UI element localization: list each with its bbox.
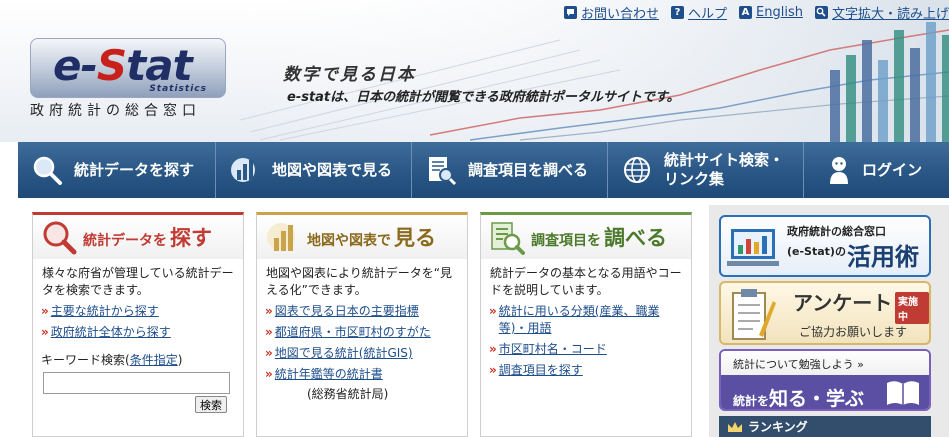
globe-icon [620,153,654,187]
link-prefecture-profile[interactable]: » 都道府県・市区町村のすがた [257,322,467,343]
search-icon [43,221,77,255]
help-icon: ? [671,5,685,19]
logo-subtitle: 政府統計の総合窓口 [30,103,201,119]
panel-survey-title: 調査項目を 調べる [531,226,667,250]
panel-survey-description: 統計データの基本となる用語やコードを説明しています。 [490,266,682,297]
logo-wordmark: e-Stat [53,41,193,90]
panel-search-description: 様々な府省が管理している統計データを検索できます。 [42,266,234,297]
link-municipality-codes[interactable]: » 市区町村名・コード [481,339,691,360]
tagline-title: 数字で見る日本 [283,65,416,85]
panel-search-title: 統計データを 探す [83,226,212,250]
link-gis[interactable]: » 地図で見る統計(統計GIS) [257,343,467,364]
book-icon [887,381,919,405]
panel-search-header: 統計データを 探す [33,215,243,259]
banner1-line2: (e-Stat)の [787,245,846,258]
link-find-survey-items[interactable]: » 調査項目を探す [481,360,691,381]
search-button[interactable]: 検索 [195,396,227,413]
link-major-stats[interactable]: » 主要な統計から探す [33,301,243,322]
banner1-big: 活用術 [847,243,919,271]
document-search-icon [491,222,525,255]
logo-statistics-text: Statistics [149,84,207,94]
banner-usage-tips[interactable]: 政府統計の総合窓口 (e-Stat)の 活用術 [719,215,931,277]
panel-search-data: 統計データを 探す 様々な府省が管理している統計データを検索できます。 » 主要な統… [32,212,244,437]
crown-icon [728,421,742,432]
clipboard-pencil-icon [732,289,776,340]
link-yearbook[interactable]: » 統計年鑑等の統計書 [257,364,467,385]
panel-view-title: 地図や図表で 見る [307,226,436,250]
document-search-icon [424,153,458,187]
main-nav: 統計データを探す 地図や図表で見る 調査項目を調べる 統計サイト検索・ リンク集 … [18,142,949,198]
english-icon: A [739,5,753,19]
banner-learn-stats[interactable]: 統計について勉強しよう » 統計を知る・学ぶ [719,349,931,411]
panel-view-header: 地図や図表で 見る [257,215,467,259]
yearbook-note: (総務省統計局) [307,387,389,401]
banner3-text: 統計を知る・学ぶ [733,388,865,410]
chart-icon [228,153,262,187]
magnifier-icon [814,5,828,19]
nav-login[interactable]: ログイン [804,142,949,198]
banner3-top: 統計について勉強しよう » [721,351,929,375]
banner2-title: アンケート [793,291,893,315]
banner2-sub: ご協力お願いします [799,325,908,339]
nav-search-data[interactable]: 統計データを探す [18,142,216,198]
link-major-indicators[interactable]: » 図表で見る日本の主要指標 [257,301,467,322]
banner-survey[interactable]: アンケート 実施中 ご協力お願いします [719,281,931,345]
nav-survey-items[interactable]: 調査項目を調べる [412,142,608,198]
computer-chart-icon [727,229,779,266]
keyword-search-label: キーワード検索(条件指定) [41,353,183,367]
accessibility-link[interactable]: 文字拡大・読み上げ [814,3,949,22]
link-all-govt-stats[interactable]: » 政府統計全体から探す [33,322,243,343]
site-header: お問い合わせ ? ヘルプ A English 文字拡大・読み上げ e-Stat … [0,0,949,142]
tagline-text: e-statは、日本の統計が閲覧できる政府統計ポータルサイトです。 [287,90,680,105]
panel-survey-items: 調査項目を 調べる 統計データの基本となる用語やコードを説明しています。 » 統計に… [480,212,692,437]
link-classification-terms[interactable]: » 統計に用いる分類(産業、職業等)・用語 [481,301,691,339]
ranking-label: ランキング [748,420,808,434]
utility-nav: お問い合わせ ? ヘルプ A English 文字拡大・読み上げ [552,3,949,22]
right-sidebar: 政府統計の総合窓口 (e-Stat)の 活用術 アンケート 実施中 ご協力お願い… [709,205,949,437]
nav-site-search-links[interactable]: 統計サイト検索・ リンク集 [608,142,804,198]
panel-view-description: 地図や図表により統計データを“見える化”できます。 [266,266,452,297]
survey-active-badge: 実施中 [895,292,929,324]
estat-logo[interactable]: e-Stat Statistics [30,38,226,98]
condition-link[interactable]: 条件指定 [130,353,178,367]
nav-view-maps[interactable]: 地図や図表で見る [216,142,412,198]
panel-survey-header: 調査項目を 調べる [481,215,691,259]
chat-icon [564,5,577,19]
contact-link[interactable]: お問い合わせ [564,3,659,22]
keyword-search-input[interactable] [43,372,230,394]
user-icon [826,153,852,187]
english-link[interactable]: A English [739,5,803,20]
ranking-header[interactable]: ランキング [719,416,931,437]
help-link[interactable]: ? ヘルプ [671,3,727,22]
bar-chart-icon [267,223,295,251]
panel-view-maps: 地図や図表で 見る 地図や図表により統計データを“見える化”できます。 » 図表で見… [256,212,468,437]
search-icon [30,153,64,187]
